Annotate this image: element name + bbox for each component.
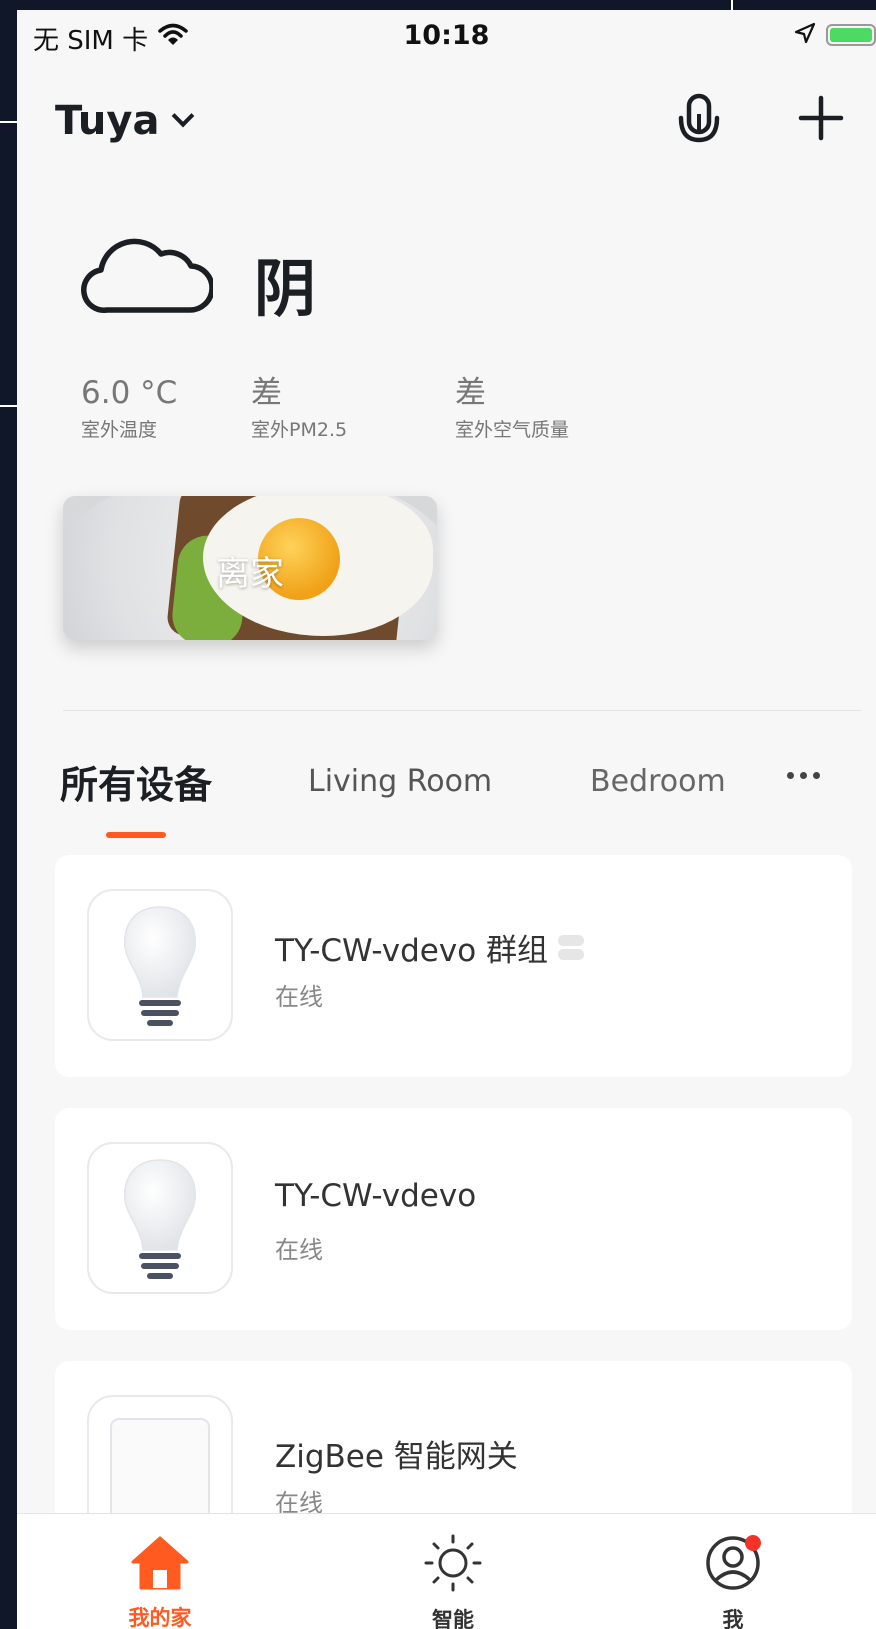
bottom-tab-bar: 我的家 智能 我 bbox=[17, 1513, 876, 1629]
home-icon bbox=[129, 1536, 191, 1594]
notification-dot bbox=[745, 1535, 761, 1551]
frame-decoration bbox=[0, 121, 17, 123]
device-name-text: ZigBee 智能网关 bbox=[275, 1439, 518, 1475]
metric-air-quality: 差 室外空气质量 bbox=[455, 378, 569, 442]
light-bulb-icon bbox=[87, 1142, 233, 1294]
clock: 10:18 bbox=[403, 20, 490, 51]
sun-icon bbox=[422, 1534, 484, 1596]
user-icon bbox=[702, 1534, 764, 1596]
home-name: Tuya bbox=[55, 98, 160, 144]
nav-me[interactable]: 我 bbox=[663, 1534, 803, 1629]
nav-label: 我 bbox=[722, 1608, 744, 1629]
metric-label: 室外空气质量 bbox=[455, 419, 570, 441]
status-right bbox=[794, 22, 876, 48]
battery-icon bbox=[826, 24, 876, 46]
nav-smart[interactable]: 智能 bbox=[383, 1534, 523, 1629]
chevron-down-icon bbox=[172, 104, 195, 128]
active-tab-indicator bbox=[106, 832, 166, 838]
metric-pm25: 差 室外PM2.5 bbox=[251, 378, 347, 442]
home-selector[interactable]: Tuya bbox=[55, 98, 195, 144]
light-bulb-icon bbox=[87, 889, 233, 1041]
frame-decoration bbox=[731, 0, 733, 10]
header: Tuya bbox=[17, 80, 876, 160]
device-name: TY-CW-vdevo 群组 bbox=[275, 925, 585, 970]
divider bbox=[63, 710, 861, 711]
status-bar: 无 SIM 卡 10:18 bbox=[17, 10, 876, 62]
cloud-icon bbox=[81, 230, 215, 318]
metric-temperature: 6.0 °C 室外温度 bbox=[81, 378, 177, 442]
nav-label: 智能 bbox=[432, 1608, 474, 1629]
metric-value: 差 bbox=[251, 375, 282, 411]
location-arrow-icon bbox=[794, 22, 816, 48]
device-name-text: TY-CW-vdevo bbox=[275, 1178, 477, 1214]
tab-all-devices[interactable]: 所有设备 bbox=[60, 754, 212, 809]
tab-bedroom[interactable]: Bedroom bbox=[590, 764, 726, 799]
nav-label: 我的家 bbox=[128, 1606, 192, 1629]
metric-value: 6.0 °C bbox=[81, 375, 178, 411]
device-card[interactable]: TY-CW-vdevo 群组 在线 bbox=[55, 855, 852, 1077]
plus-icon[interactable] bbox=[797, 94, 845, 142]
device-card[interactable]: TY-CW-vdevo 在线 bbox=[55, 1108, 852, 1330]
device-name-text: TY-CW-vdevo 群组 bbox=[275, 933, 549, 969]
device-status: 在线 bbox=[275, 983, 323, 1011]
metric-label: 室外温度 bbox=[81, 419, 158, 441]
tab-living-room[interactable]: Living Room bbox=[308, 764, 492, 799]
device-name: ZigBee 智能网关 bbox=[275, 1431, 518, 1476]
scene-card-leave-home[interactable]: 离家 bbox=[63, 496, 437, 640]
weather-condition: 阴 bbox=[254, 252, 317, 325]
metric-value: 差 bbox=[455, 375, 486, 411]
battery-level bbox=[830, 28, 872, 42]
group-icon bbox=[558, 933, 585, 963]
scene-name: 离家 bbox=[216, 554, 284, 594]
device-status: 在线 bbox=[275, 1236, 323, 1264]
room-tabs: 所有设备 Living Room Bedroom bbox=[17, 740, 876, 840]
more-icon[interactable] bbox=[787, 772, 820, 779]
metric-label: 室外PM2.5 bbox=[251, 419, 348, 441]
device-name: TY-CW-vdevo bbox=[275, 1178, 476, 1214]
microphone-icon[interactable] bbox=[673, 90, 725, 150]
nav-my-home[interactable]: 我的家 bbox=[90, 1534, 230, 1629]
app-screen: 无 SIM 卡 10:18 Tuya 阴 6.0 °C 室外温度 差 室外PM2… bbox=[17, 10, 876, 1629]
